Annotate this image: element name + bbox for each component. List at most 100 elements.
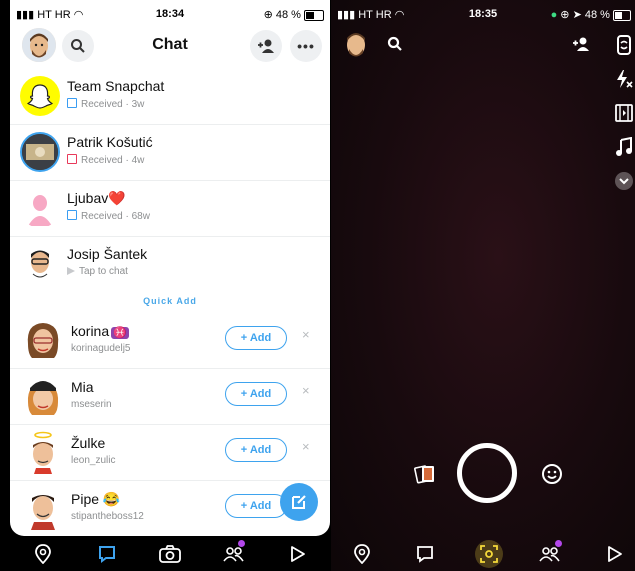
chat-icon xyxy=(417,546,433,563)
discover-icon xyxy=(291,546,305,562)
page-title: Chat xyxy=(152,36,188,53)
add-button[interactable]: + Add xyxy=(225,326,287,350)
chat-header: Chat ••• xyxy=(10,28,330,68)
friends-icon xyxy=(223,547,244,562)
avatar xyxy=(22,374,64,418)
person-username: stipantheboss12 xyxy=(71,511,144,522)
chat-name: Patrik Košutić xyxy=(67,134,153,150)
bitmoji-icon xyxy=(27,381,59,415)
dismiss-button[interactable]: × xyxy=(302,327,310,342)
chat-status: Received · 3w xyxy=(67,98,144,110)
bitmoji-icon xyxy=(31,250,49,278)
video-reel-icon xyxy=(615,104,633,122)
discover-icon xyxy=(608,546,622,562)
chat-icon xyxy=(99,546,115,563)
memories-icon xyxy=(414,465,434,484)
battery-percent: 48 % xyxy=(275,9,301,21)
tap-to-chat-icon xyxy=(67,267,75,275)
add-friend-icon xyxy=(573,37,589,51)
more-button[interactable]: ••• xyxy=(290,30,322,62)
rotation-lock-icon: ⊕ xyxy=(263,9,273,21)
person-name: Žulke xyxy=(71,435,106,451)
avatar xyxy=(22,318,64,362)
discover-tab[interactable] xyxy=(286,542,310,566)
add-button[interactable]: + Add xyxy=(225,382,287,406)
received-chat-icon xyxy=(67,98,77,108)
music-icon xyxy=(616,137,632,156)
dismiss-button[interactable]: × xyxy=(302,383,310,398)
quick-add-row-mia[interactable]: Mia mseserin + Add × xyxy=(10,368,330,425)
add-friend-button[interactable] xyxy=(250,30,282,62)
music-button[interactable] xyxy=(613,136,635,158)
person-name: Mia xyxy=(71,379,94,395)
map-icon xyxy=(35,544,51,564)
search-icon xyxy=(387,36,402,51)
chat-row-josip[interactable]: Josip Šantek Tap to chat xyxy=(10,236,330,292)
rotation-lock-icon: ⊕ xyxy=(560,9,570,21)
heart-emoji: ❤️ xyxy=(108,190,126,206)
person-username: leon_zulic xyxy=(71,455,116,466)
map-tab[interactable] xyxy=(31,542,55,566)
notification-dot xyxy=(238,540,245,547)
capture-button[interactable] xyxy=(457,443,517,503)
avatar xyxy=(20,188,60,228)
battery-percent: 48 % xyxy=(584,9,610,21)
lens-icon xyxy=(542,464,562,484)
chat-status: Received · 68w xyxy=(67,210,150,222)
bitmoji-icon xyxy=(33,431,53,474)
received-snap-icon xyxy=(67,154,77,164)
profile-avatar[interactable] xyxy=(341,28,371,62)
chat-tab[interactable] xyxy=(413,542,437,566)
chat-tab[interactable] xyxy=(95,542,119,566)
dismiss-button[interactable]: × xyxy=(302,439,310,454)
chat-screen: ▮▮▮ HT HR ◠ 18:34 ⊕ 48 % Chat ••• Team S… xyxy=(0,0,330,571)
search-button[interactable] xyxy=(387,36,405,54)
camera-screen[interactable]: ▮▮▮ HT HR ◠ 18:35 ● ⊕ ➤ 48 % xyxy=(331,0,635,571)
quick-add-row-zulke[interactable]: Žulke leon_zulic + Add × xyxy=(10,424,330,481)
avatar xyxy=(20,244,60,284)
camera-tab[interactable] xyxy=(158,542,182,566)
recording-dot-icon: ● xyxy=(550,9,558,21)
add-button[interactable]: + Add xyxy=(225,494,287,518)
add-button[interactable]: + Add xyxy=(225,438,287,462)
discover-tab[interactable] xyxy=(603,542,627,566)
flip-camera-button[interactable] xyxy=(613,34,635,56)
pisces-emoji: ♓ xyxy=(111,327,129,339)
scan-tab[interactable] xyxy=(475,540,503,568)
friends-icon xyxy=(539,547,560,562)
video-reel-button[interactable] xyxy=(613,102,635,124)
chat-row-patrik[interactable]: Patrik Košutić Received · 4w xyxy=(10,124,330,181)
lens-button[interactable] xyxy=(540,462,564,486)
ghost-icon xyxy=(26,84,54,109)
scan-icon xyxy=(480,545,498,563)
battery-icon xyxy=(613,9,631,21)
new-chat-button[interactable] xyxy=(280,483,318,521)
flip-camera-icon xyxy=(617,35,631,55)
memories-button[interactable] xyxy=(413,462,437,486)
received-chat-icon xyxy=(67,210,77,220)
map-icon xyxy=(354,544,370,564)
add-friend-button[interactable] xyxy=(571,36,593,54)
flash-button[interactable] xyxy=(613,68,635,90)
avatar xyxy=(20,132,60,172)
notification-dot xyxy=(555,540,562,547)
avatar xyxy=(22,430,64,474)
bitmoji-icon xyxy=(27,323,59,358)
map-tab[interactable] xyxy=(350,542,374,566)
battery-icon xyxy=(304,9,324,21)
chat-row-team-snapchat[interactable]: Team Snapchat Received · 3w xyxy=(10,68,330,125)
flash-off-icon xyxy=(617,70,633,88)
avatar xyxy=(20,76,60,116)
quick-add-row-korina[interactable]: korina ♓ korinagudelj5 + Add × xyxy=(10,312,330,369)
more-tools-button[interactable] xyxy=(613,170,635,192)
laughing-emoji: 😂 xyxy=(102,491,121,507)
bitmoji-icon xyxy=(347,33,365,57)
chat-name: Ljubav❤️ xyxy=(67,190,126,206)
location-icon: ➤ xyxy=(572,9,582,21)
chat-row-ljubav[interactable]: Ljubav❤️ Received · 68w xyxy=(10,180,330,237)
person-name: korina ♓ xyxy=(71,323,129,339)
chat-status: Received · 4w xyxy=(67,154,144,166)
chevron-down-icon xyxy=(615,172,633,190)
quick-add-heading: Quick Add xyxy=(143,296,197,306)
camera-icon xyxy=(159,545,181,563)
